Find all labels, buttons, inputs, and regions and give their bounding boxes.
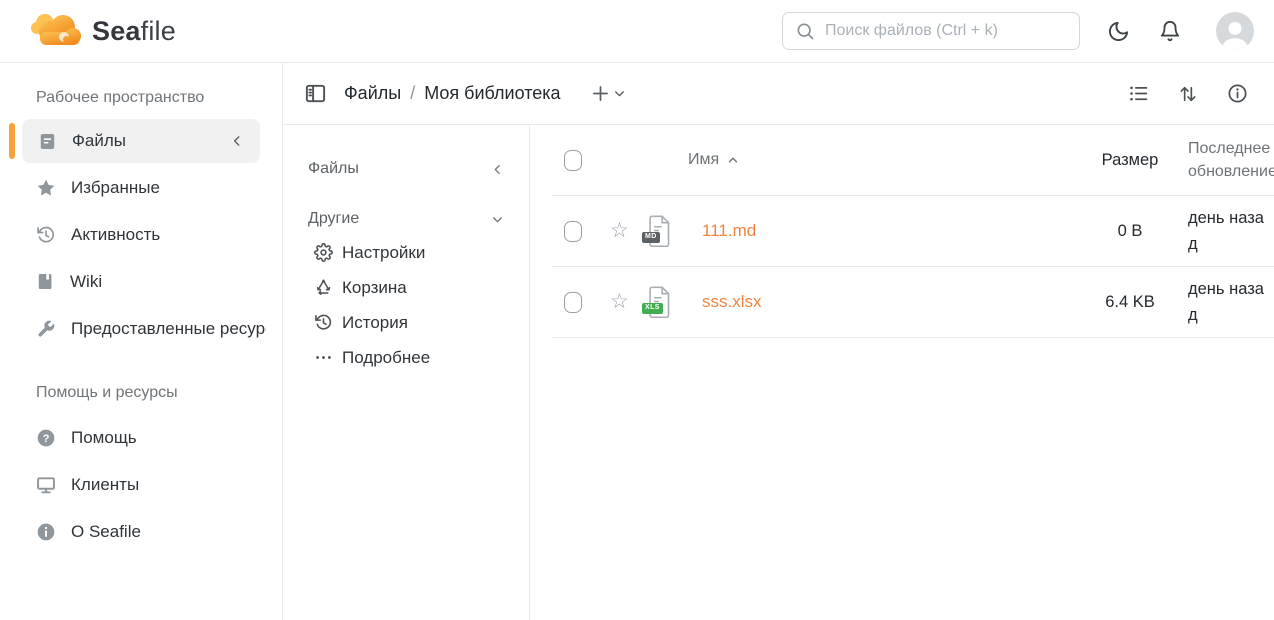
xls-file-icon: XLS: [647, 286, 673, 318]
file-size: 6.4 KB: [1086, 293, 1174, 312]
logo-wordmark: Seafile: [92, 16, 176, 47]
table-row[interactable]: ☆ XLS: [552, 267, 1274, 338]
help-section-header: Помощь и ресурсы: [36, 384, 246, 402]
file-name-link[interactable]: sss.xlsx: [702, 292, 762, 311]
book-icon: [36, 272, 55, 291]
sidebar-item-wiki[interactable]: Wiki: [0, 258, 282, 305]
breadcrumb: Файлы / Моя библиотека: [344, 83, 561, 104]
row-checkbox[interactable]: [564, 221, 582, 242]
dark-mode-toggle[interactable]: [1105, 18, 1132, 45]
tree-section-files[interactable]: Файлы: [308, 153, 504, 185]
info-circle-icon: [36, 522, 56, 542]
search-icon: [795, 21, 815, 41]
breadcrumb-current: Моя библиотека: [424, 83, 560, 104]
file-size: 0 B: [1086, 222, 1174, 241]
more-dots-icon: [314, 348, 333, 367]
sort-asc-caret-icon: [726, 153, 740, 167]
plus-icon: [590, 83, 611, 104]
files-icon: [38, 132, 57, 151]
monitor-icon: [36, 475, 56, 495]
workspace-section-header: Рабочее пространство: [36, 89, 246, 107]
favorite-star-icon[interactable]: ☆: [610, 220, 629, 241]
main-sidebar: Рабочее пространство Файлы: [0, 63, 283, 620]
recycle-icon: [314, 278, 333, 297]
person-icon: [1216, 16, 1254, 50]
wrench-icon: [36, 319, 56, 339]
column-header-name[interactable]: Имя: [600, 151, 1086, 169]
question-circle-icon: ?: [36, 428, 56, 448]
chevron-down-icon: [613, 87, 626, 100]
seafile-logo[interactable]: Seafile: [30, 12, 176, 50]
moon-icon: [1107, 20, 1130, 43]
breadcrumb-separator: /: [410, 83, 415, 104]
gear-icon: [314, 243, 333, 262]
seafile-cloud-icon: [30, 12, 82, 50]
star-icon: [36, 178, 56, 198]
notifications-button[interactable]: [1157, 18, 1183, 44]
table-row[interactable]: ☆ MD 1: [552, 196, 1274, 267]
md-file-icon: MD: [647, 215, 673, 247]
library-tree-panel: Файлы Другие: [283, 125, 530, 620]
tree-item-settings[interactable]: Настройки: [308, 235, 504, 270]
tree-section-others[interactable]: Другие: [308, 203, 504, 235]
avatar[interactable]: [1216, 12, 1254, 50]
file-name-link[interactable]: 111.md: [702, 221, 756, 240]
details-button[interactable]: [1225, 81, 1250, 106]
tree-item-history[interactable]: История: [308, 305, 504, 340]
sidebar-item-shared-resources[interactable]: Предоставленные ресурсы: [0, 305, 282, 352]
sidebar-item-files[interactable]: Файлы: [22, 119, 260, 163]
svg-text:?: ?: [43, 433, 50, 445]
column-header-updated[interactable]: Последнее обновление: [1174, 137, 1274, 183]
search-box: [782, 12, 1080, 50]
breadcrumb-root-link[interactable]: Файлы: [344, 83, 401, 104]
chevron-left-icon: [491, 163, 504, 176]
topbar: Seafile: [0, 0, 1274, 63]
sidebar-item-about[interactable]: О Seafile: [0, 508, 282, 555]
tree-item-more[interactable]: Подробнее: [308, 340, 504, 375]
favorite-star-icon[interactable]: ☆: [610, 291, 629, 312]
row-checkbox[interactable]: [564, 292, 582, 313]
file-list-header: Имя Размер Последнее обновление: [552, 125, 1274, 196]
history-clock-icon: [36, 225, 56, 245]
sort-button[interactable]: [1176, 82, 1200, 106]
chevron-left-icon[interactable]: [230, 134, 244, 148]
sort-arrows-icon: [1178, 84, 1198, 104]
history-clock-icon: [314, 313, 333, 332]
file-list: Имя Размер Последнее обновление: [530, 125, 1274, 620]
panel-toggle-icon: [304, 82, 327, 105]
sidebar-item-help[interactable]: ? Помощь: [0, 414, 282, 461]
panel-toggle-button[interactable]: [302, 80, 329, 107]
list-view-icon: [1128, 83, 1149, 104]
add-new-button[interactable]: [590, 83, 626, 104]
file-updated: день назад: [1174, 205, 1274, 258]
sidebar-item-favorites[interactable]: Избранные: [0, 164, 282, 211]
chevron-down-icon: [491, 213, 504, 226]
tree-item-trash[interactable]: Корзина: [308, 270, 504, 305]
library-toolbar: Файлы / Моя библиотека: [283, 63, 1274, 125]
select-all-checkbox[interactable]: [564, 150, 582, 171]
list-view-button[interactable]: [1126, 81, 1151, 106]
search-input[interactable]: [825, 22, 1067, 40]
info-outline-icon: [1227, 83, 1248, 104]
bell-icon: [1159, 20, 1181, 42]
sidebar-item-activity[interactable]: Активность: [0, 211, 282, 258]
column-header-size[interactable]: Размер: [1086, 151, 1174, 170]
file-updated: день назад: [1174, 276, 1274, 329]
sidebar-item-clients[interactable]: Клиенты: [0, 461, 282, 508]
